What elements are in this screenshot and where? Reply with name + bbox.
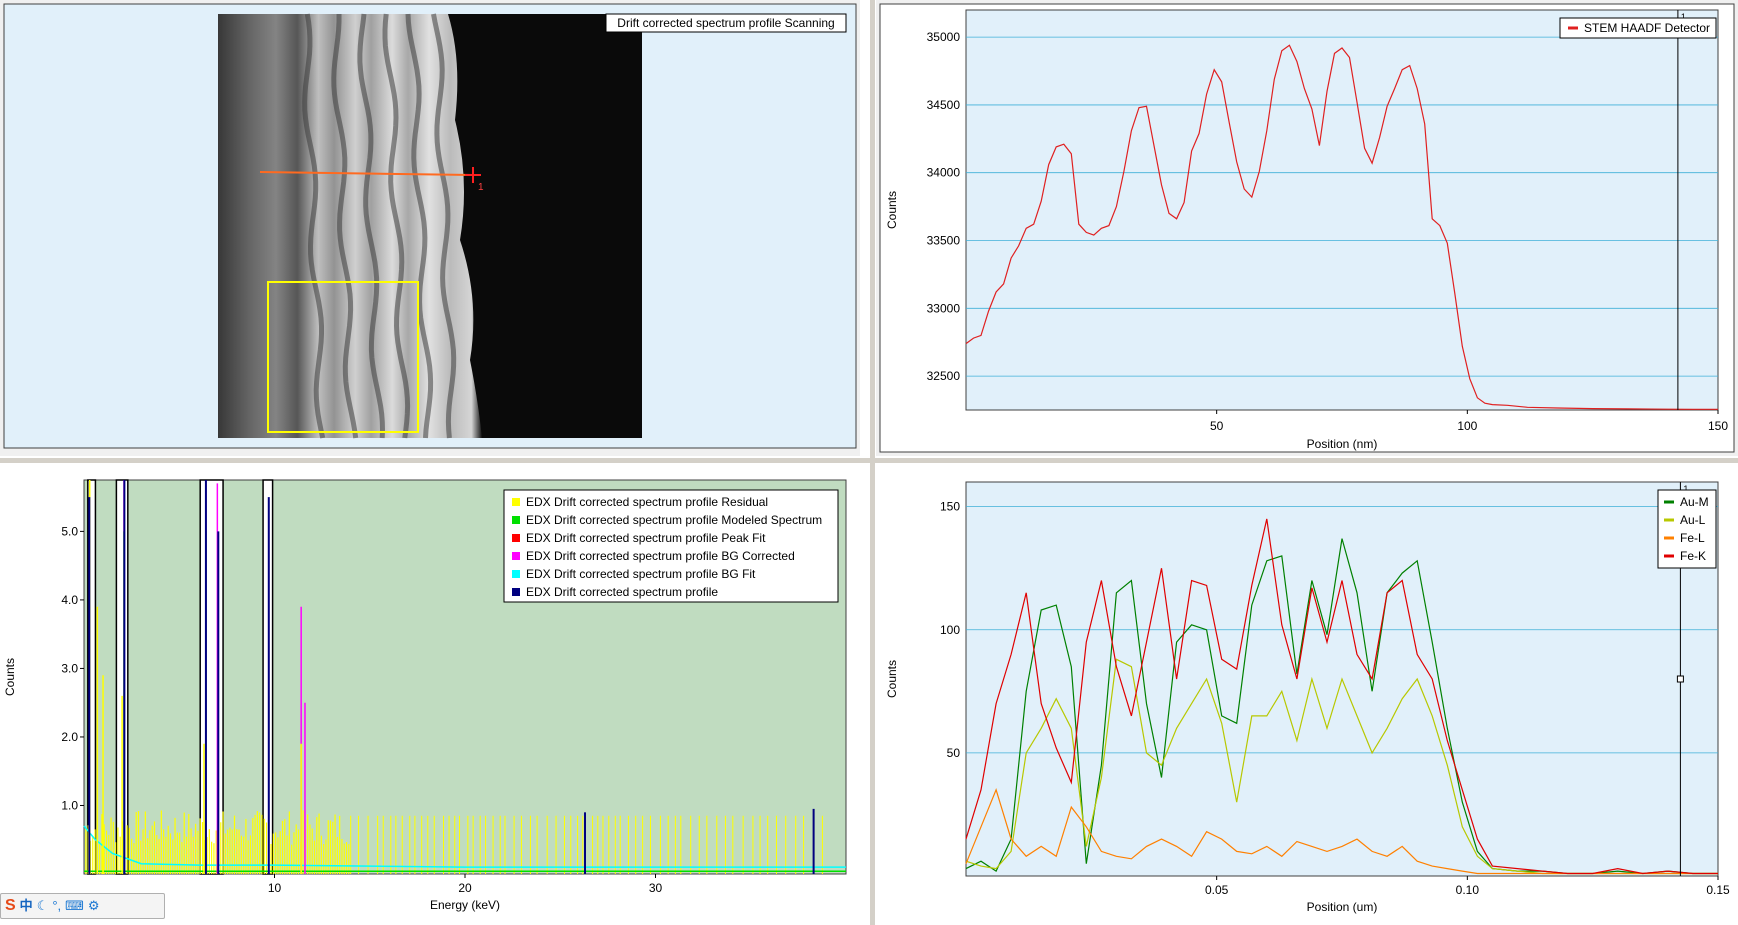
profile-x-tick-label: 0.05	[1205, 883, 1229, 897]
haadf-y-tick-label: 33000	[927, 301, 961, 315]
profile-chart: 501001500.05 0.10 0.15Position (um)Counts1…	[876, 464, 1738, 925]
edx-y-axis-label: Counts	[3, 658, 17, 696]
edx-y-tick-label: 2.0	[61, 730, 78, 744]
haadf-y-tick-label: 33500	[927, 234, 961, 248]
image-panel: 1 Drift corrected spectrum profile Scann…	[0, 0, 860, 456]
edx-legend-label: EDX Drift corrected spectrum profile BG …	[526, 567, 756, 581]
edx-legend-swatch	[512, 588, 520, 596]
haadf-x-tick-label: 50	[1210, 419, 1224, 433]
haadf-y-tick-label: 32500	[927, 369, 961, 383]
edx-legend-swatch	[512, 498, 520, 506]
haadf-plot-area	[965, 9, 1719, 411]
edx-y-tick-label: 4.0	[61, 593, 78, 607]
image-title: Drift corrected spectrum profile Scannin…	[617, 16, 834, 30]
edx-x-tick-label: 10	[268, 881, 282, 895]
profile-chart-panel: 50 100 150 0.05 0.10 0.15 Position (um) Counts 1…	[876, 464, 1738, 925]
profile-y-axis-label: Counts	[885, 660, 899, 698]
keyboard-icon[interactable]: ⌨	[65, 897, 84, 915]
ime-logo-icon[interactable]: S	[5, 897, 16, 915]
edx-y-tick-label: 3.0	[61, 661, 78, 675]
edx-legend-label: EDX Drift corrected spectrum profile Res…	[526, 495, 768, 509]
haadf-x-tick-label: 100	[1457, 419, 1477, 433]
haadf-y-tick-label: 34000	[927, 166, 961, 180]
profile-cursor-handle	[1676, 675, 1684, 683]
profile-y-tick-label: 50	[947, 746, 961, 760]
edx-chart-panel: 1.0 2.0 3.0 4.0 5.0 10 20 30 Energy (keV) Counts E…	[0, 464, 868, 925]
edx-y-tick-label: 5.0	[61, 524, 78, 538]
profile-x-tick-label: 0.15	[1706, 883, 1730, 897]
ime-toolbar[interactable]: S 中 ☾ °, ⌨ ⚙	[0, 893, 165, 919]
haadf-chart: 32500 33000 33500 34000 34500 35000 50 100 150 Po…	[879, 3, 1735, 453]
moon-icon[interactable]: ☾	[37, 897, 49, 915]
profile-legend-label: Fe-L	[1680, 531, 1705, 545]
edx-legend-label: EDX Drift corrected spectrum profile BG …	[526, 549, 795, 563]
haadf-y-tick-label: 34500	[927, 98, 961, 112]
haadf-y-tick-label: 35000	[927, 30, 961, 44]
tools-icon[interactable]: ⚙	[88, 897, 100, 915]
profile-x-axis-label: Position (um)	[1307, 900, 1378, 914]
profile-y-tick-label: 100	[940, 623, 960, 637]
edx-legend-label: EDX Drift corrected spectrum profile Pea…	[526, 531, 766, 545]
edx-x-axis-label: Energy (keV)	[430, 898, 500, 912]
haadf-chart-panel: 32500 33000 33500 34000 34500 35000 50 100 150 Po…	[876, 0, 1738, 456]
profile-y-tick-label: 150	[940, 500, 960, 514]
punctuation-icon[interactable]: °,	[52, 897, 61, 915]
haadf-x-tick-label: 150	[1708, 419, 1728, 433]
edx-legend-label: EDX Drift corrected spectrum profile	[526, 585, 718, 599]
haadf-x-axis-label: Position (nm)	[1307, 437, 1378, 451]
image-panel-svg: 1 Drift corrected spectrum profile Scann…	[3, 3, 857, 449]
edx-chart: 1.0 2.0 3.0 4.0 5.0 10 20 30 Energy (keV) Counts E…	[0, 464, 868, 925]
edx-x-tick-label: 20	[458, 881, 472, 895]
edx-y-tick-label: 1.0	[61, 798, 78, 812]
horizontal-splitter[interactable]	[0, 458, 1738, 463]
profile-legend-label: Fe-K	[1680, 549, 1706, 563]
profile-x-tick-label: 0.10	[1456, 883, 1480, 897]
edx-legend-swatch	[512, 552, 520, 560]
profile-legend-label: Au-L	[1680, 513, 1706, 527]
ime-language-toggle[interactable]: 中	[20, 897, 33, 915]
line-scan-label: 1	[478, 182, 484, 193]
edx-legend-swatch	[512, 534, 520, 542]
haadf-legend-label: STEM HAADF Detector	[1584, 21, 1710, 35]
edx-legend-swatch	[512, 570, 520, 578]
profile-legend-label: Au-M	[1680, 495, 1709, 509]
edx-legend-swatch	[512, 516, 520, 524]
edx-legend-label: EDX Drift corrected spectrum profile Mod…	[526, 513, 822, 527]
haadf-y-axis-label: Counts	[885, 191, 899, 229]
edx-x-tick-label: 30	[649, 881, 663, 895]
